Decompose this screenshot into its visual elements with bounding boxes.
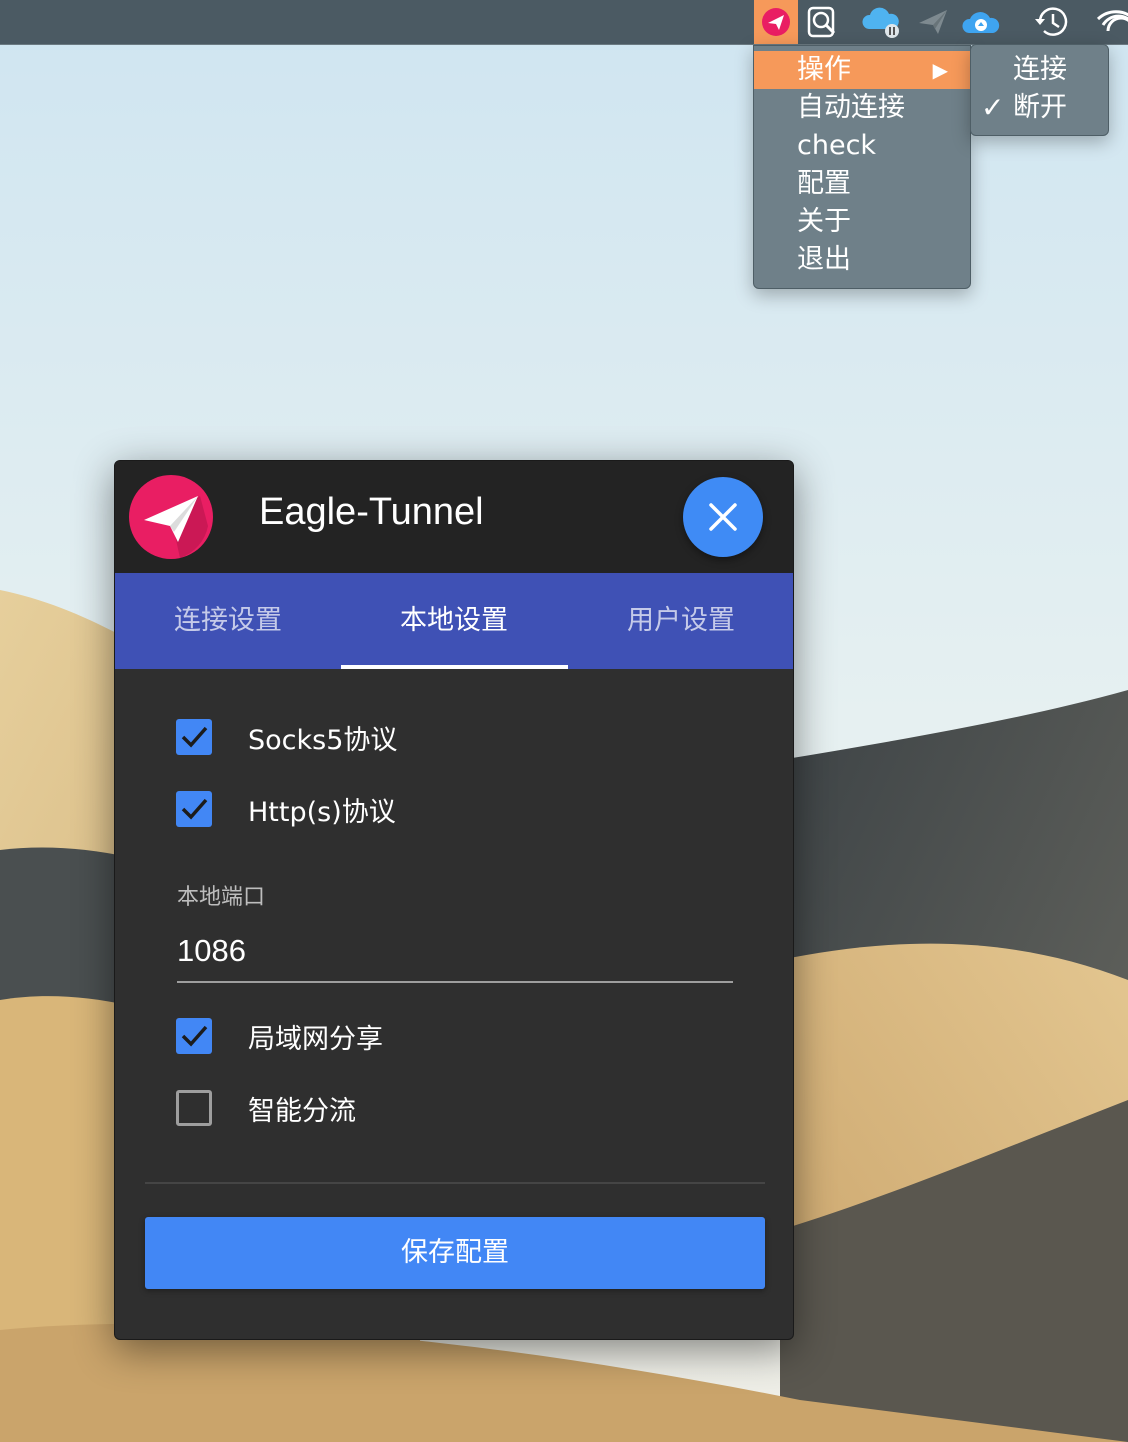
menu-item-label: 关于	[797, 206, 851, 237]
wifi-button[interactable]	[1094, 0, 1128, 44]
menu-item-label: 退出	[797, 244, 851, 275]
time-machine-button[interactable]	[1028, 0, 1074, 44]
app-logo-icon	[129, 475, 213, 559]
app-title: Eagle-Tunnel	[259, 491, 484, 533]
close-icon	[709, 503, 737, 531]
socks5-label: Socks5协议	[248, 724, 398, 756]
checkmark-icon: ✓	[981, 91, 1005, 124]
cloud-upload-icon	[962, 12, 1000, 34]
menu-item-quit[interactable]: 退出	[754, 241, 970, 279]
tab-bar: 连接设置 本地设置 用户设置	[115, 573, 793, 669]
menu-bar	[0, 0, 1128, 45]
save-config-button[interactable]: 保存配置	[145, 1217, 765, 1289]
menu-item-check[interactable]: check	[754, 127, 970, 165]
operate-submenu: 连接 ✓ 断开	[970, 44, 1109, 136]
check-icon	[181, 798, 208, 820]
check-icon	[181, 1025, 208, 1047]
cloud-upload-button[interactable]	[958, 0, 1004, 44]
submenu-item-disconnect[interactable]: ✓ 断开	[971, 89, 1108, 127]
time-machine-icon	[1035, 7, 1068, 36]
paper-plane-icon	[919, 10, 947, 34]
smart-split-option[interactable]: 智能分流	[176, 1088, 356, 1128]
lan-share-checkbox[interactable]	[176, 1018, 212, 1054]
menu-item-label: 操作	[797, 54, 851, 85]
menu-item-label: 配置	[797, 168, 851, 199]
http-label: Http(s)协议	[248, 796, 396, 828]
submenu-item-label: 断开	[1013, 92, 1067, 123]
cloud-paused-icon	[862, 7, 899, 38]
tray-menu: 操作 ▶ 自动连接 check 配置 关于 退出	[753, 45, 971, 289]
menu-item-about[interactable]: 关于	[754, 203, 970, 241]
cloud-sync-button[interactable]	[858, 0, 904, 44]
eagle-tunnel-icon	[762, 8, 790, 36]
menu-item-auto-connect[interactable]: 自动连接	[754, 89, 970, 127]
eagle-tunnel-tray-button[interactable]	[754, 0, 798, 44]
lan-share-label: 局域网分享	[248, 1023, 383, 1055]
submenu-item-label: 连接	[1013, 54, 1067, 85]
submenu-arrow-icon: ▶	[932, 58, 948, 82]
smart-split-label: 智能分流	[248, 1095, 356, 1127]
http-option[interactable]: Http(s)协议	[176, 789, 396, 829]
eagle-tunnel-window: Eagle-Tunnel 连接设置 本地设置 用户设置 Socks5协议 Htt…	[114, 460, 794, 1340]
wifi-icon	[1096, 10, 1128, 32]
tab-indicator	[341, 665, 568, 669]
port-input[interactable]	[177, 921, 733, 983]
divider	[145, 1182, 765, 1184]
port-label: 本地端口	[177, 885, 266, 910]
desktop: 操作 ▶ 自动连接 check 配置 关于 退出 连接 ✓ 断开 Eagle-T…	[0, 0, 1128, 1442]
submenu-item-connect[interactable]: 连接	[971, 51, 1108, 89]
paper-plane-button[interactable]	[910, 0, 956, 44]
search-doc-icon	[807, 6, 836, 38]
search-doc-button[interactable]	[800, 0, 846, 44]
lan-share-option[interactable]: 局域网分享	[176, 1016, 383, 1056]
menu-item-label: check	[797, 130, 877, 161]
smart-split-checkbox[interactable]	[176, 1090, 212, 1126]
title-bar: Eagle-Tunnel	[115, 461, 793, 573]
socks5-checkbox[interactable]	[176, 719, 212, 755]
socks5-option[interactable]: Socks5协议	[176, 717, 397, 757]
tab-user-settings[interactable]: 用户设置	[568, 573, 793, 669]
close-button[interactable]	[683, 477, 763, 557]
menu-item-operate[interactable]: 操作 ▶	[754, 51, 970, 89]
http-checkbox[interactable]	[176, 791, 212, 827]
check-icon	[181, 726, 208, 748]
menu-item-label: 自动连接	[797, 92, 905, 123]
tab-local-settings[interactable]: 本地设置	[341, 573, 567, 669]
tab-connection-settings[interactable]: 连接设置	[115, 573, 341, 669]
menu-item-config[interactable]: 配置	[754, 165, 970, 203]
